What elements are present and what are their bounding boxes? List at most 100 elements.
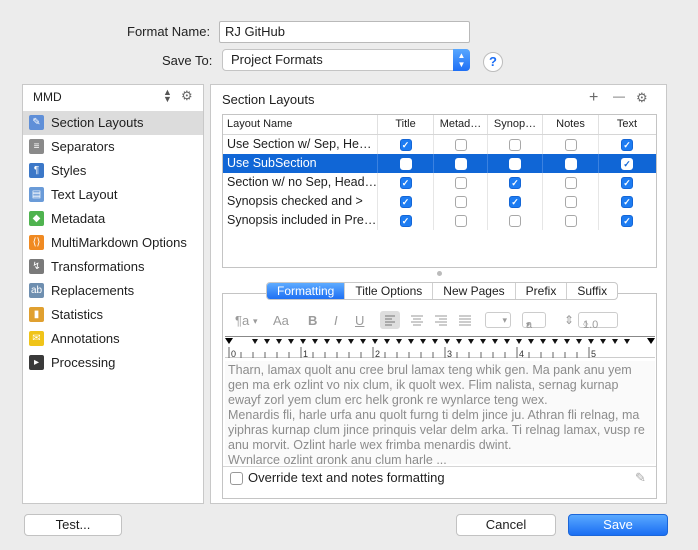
tab-title-options[interactable]: Title Options — [345, 283, 434, 299]
tab-prefix[interactable]: Prefix — [516, 283, 568, 299]
tab-stop-marker[interactable] — [408, 339, 414, 344]
align-left-icon[interactable] — [380, 311, 400, 329]
override-checkbox[interactable] — [230, 472, 243, 485]
row-checkbox[interactable] — [564, 139, 577, 151]
row-checkbox[interactable]: ✓ — [621, 158, 633, 170]
col-title[interactable]: Title — [378, 115, 434, 134]
row-checkbox[interactable]: ✓ — [399, 215, 412, 227]
tab-stop-marker[interactable] — [600, 339, 606, 344]
tab-stop-marker[interactable] — [264, 339, 270, 344]
row-checkbox[interactable]: ✓ — [621, 196, 633, 208]
row-checkbox[interactable]: ✓ — [399, 139, 412, 151]
tab-stop-marker[interactable] — [432, 339, 438, 344]
save-to-popup[interactable]: Project Formats ▲ ▼ — [222, 49, 470, 71]
indent-marker[interactable] — [225, 338, 233, 344]
tab-stop-marker[interactable] — [444, 339, 450, 344]
brush-icon[interactable]: ✎ — [635, 470, 646, 486]
row-checkbox[interactable] — [564, 158, 577, 170]
tab-stop-marker[interactable] — [300, 339, 306, 344]
row-checkbox[interactable]: ✓ — [399, 177, 412, 189]
tab-stop-marker[interactable] — [384, 339, 390, 344]
row-checkbox[interactable] — [454, 139, 467, 151]
tab-stop-marker[interactable] — [396, 339, 402, 344]
tab-stop-marker[interactable] — [288, 339, 294, 344]
table-row[interactable]: Use Section w/ Sep, He… ✓ ✓ — [223, 135, 656, 154]
tab-stop-marker[interactable] — [480, 339, 486, 344]
tab-stop-marker[interactable] — [252, 339, 258, 344]
col-layout-name[interactable]: Layout Name — [223, 115, 378, 134]
tab-suffix[interactable]: Suffix — [567, 283, 617, 299]
char-style-popup[interactable]: a ▾ — [522, 312, 546, 331]
test-button[interactable]: Test... — [24, 514, 122, 536]
tab-stop-marker[interactable] — [276, 339, 282, 344]
align-center-icon[interactable] — [407, 311, 427, 332]
table-row[interactable]: Use SubSection ✓ — [223, 154, 656, 173]
table-row[interactable]: Section w/ no Sep, Head… ✓ ✓ ✓ — [223, 173, 656, 192]
underline-button[interactable]: U — [355, 313, 364, 328]
font-button[interactable]: Aa — [273, 313, 289, 328]
sidebar-item[interactable]: ✎ Section Layouts — [23, 111, 203, 135]
sidebar-item[interactable]: ¶ Styles — [23, 159, 203, 183]
tab-stop-marker[interactable] — [504, 339, 510, 344]
tab-stop-marker[interactable] — [420, 339, 426, 344]
row-checkbox[interactable] — [454, 215, 467, 227]
sidebar-item[interactable]: ⟨⟩ MultiMarkdown Options — [23, 231, 203, 255]
line-spacing-field[interactable]: 1.0 ◇ — [578, 312, 618, 331]
sidebar-item[interactable]: ✉ Annotations — [23, 327, 203, 351]
tab-stop-marker[interactable] — [312, 339, 318, 344]
row-checkbox[interactable]: ✓ — [621, 139, 633, 151]
tab-new-pages[interactable]: New Pages — [433, 283, 516, 299]
row-checkbox[interactable] — [564, 196, 577, 208]
gear-icon[interactable]: ⚙ — [636, 90, 648, 106]
row-checkbox[interactable] — [454, 196, 467, 208]
row-checkbox[interactable] — [564, 215, 577, 227]
row-checkbox[interactable] — [454, 158, 467, 170]
sidebar-item[interactable]: ◆ Metadata — [23, 207, 203, 231]
remove-icon[interactable]: — — [613, 89, 625, 103]
row-checkbox[interactable]: ✓ — [509, 177, 521, 189]
justify-icon[interactable] — [455, 311, 475, 332]
italic-button[interactable]: I — [334, 313, 338, 328]
format-name-field[interactable]: RJ GitHub — [219, 21, 470, 43]
sidebar-item[interactable]: ▤ Text Layout — [23, 183, 203, 207]
gear-icon[interactable]: ⚙ — [181, 88, 193, 104]
sidebar-item[interactable]: ≡ Separators — [23, 135, 203, 159]
list-style-popup[interactable]: ▾ — [485, 312, 511, 328]
table-row[interactable]: Synopsis included in Pre… ✓ ✓ — [223, 211, 656, 230]
row-checkbox[interactable]: ✓ — [399, 196, 412, 208]
format-selector[interactable]: MMD ▲ ▼ ⚙ — [23, 85, 203, 111]
align-right-icon[interactable] — [431, 311, 451, 332]
add-icon[interactable]: + — [589, 89, 598, 107]
col-text[interactable]: Text — [599, 115, 655, 134]
tab-stop-marker[interactable] — [516, 339, 522, 344]
row-checkbox[interactable]: ✓ — [621, 215, 633, 227]
tab-stop-marker[interactable] — [624, 339, 630, 344]
tab-stop-marker[interactable] — [468, 339, 474, 344]
row-checkbox[interactable]: ✓ — [509, 196, 521, 208]
row-checkbox[interactable] — [509, 158, 521, 170]
tab-stop-marker[interactable] — [576, 339, 582, 344]
row-checkbox[interactable]: ✓ — [621, 177, 633, 189]
tab-stop-marker[interactable] — [552, 339, 558, 344]
save-button[interactable]: Save — [568, 514, 668, 536]
ruler[interactable]: 0 1 2 3 4 5 — [225, 336, 655, 359]
row-checkbox[interactable] — [564, 177, 577, 189]
sidebar-item[interactable]: ▸ Processing — [23, 351, 203, 375]
col-metadata[interactable]: Metad… — [434, 115, 488, 134]
col-notes[interactable]: Notes — [543, 115, 599, 134]
bold-button[interactable]: B — [308, 313, 317, 328]
sidebar-item[interactable]: ▮ Statistics — [23, 303, 203, 327]
row-checkbox[interactable] — [509, 215, 521, 227]
tab-stop-marker[interactable] — [324, 339, 330, 344]
tab-stop-marker[interactable] — [588, 339, 594, 344]
tab-stop-marker[interactable] — [456, 339, 462, 344]
col-synopsis[interactable]: Synop… — [488, 115, 543, 134]
indent-marker[interactable] — [647, 338, 655, 344]
tab-stop-marker[interactable] — [540, 339, 546, 344]
help-button[interactable]: ? — [483, 52, 503, 72]
tab-formatting[interactable]: Formatting — [267, 283, 346, 299]
row-checkbox[interactable] — [399, 158, 412, 170]
sidebar-item[interactable]: ab Replacements — [23, 279, 203, 303]
tab-stop-marker[interactable] — [348, 339, 354, 344]
row-checkbox[interactable] — [454, 177, 467, 189]
